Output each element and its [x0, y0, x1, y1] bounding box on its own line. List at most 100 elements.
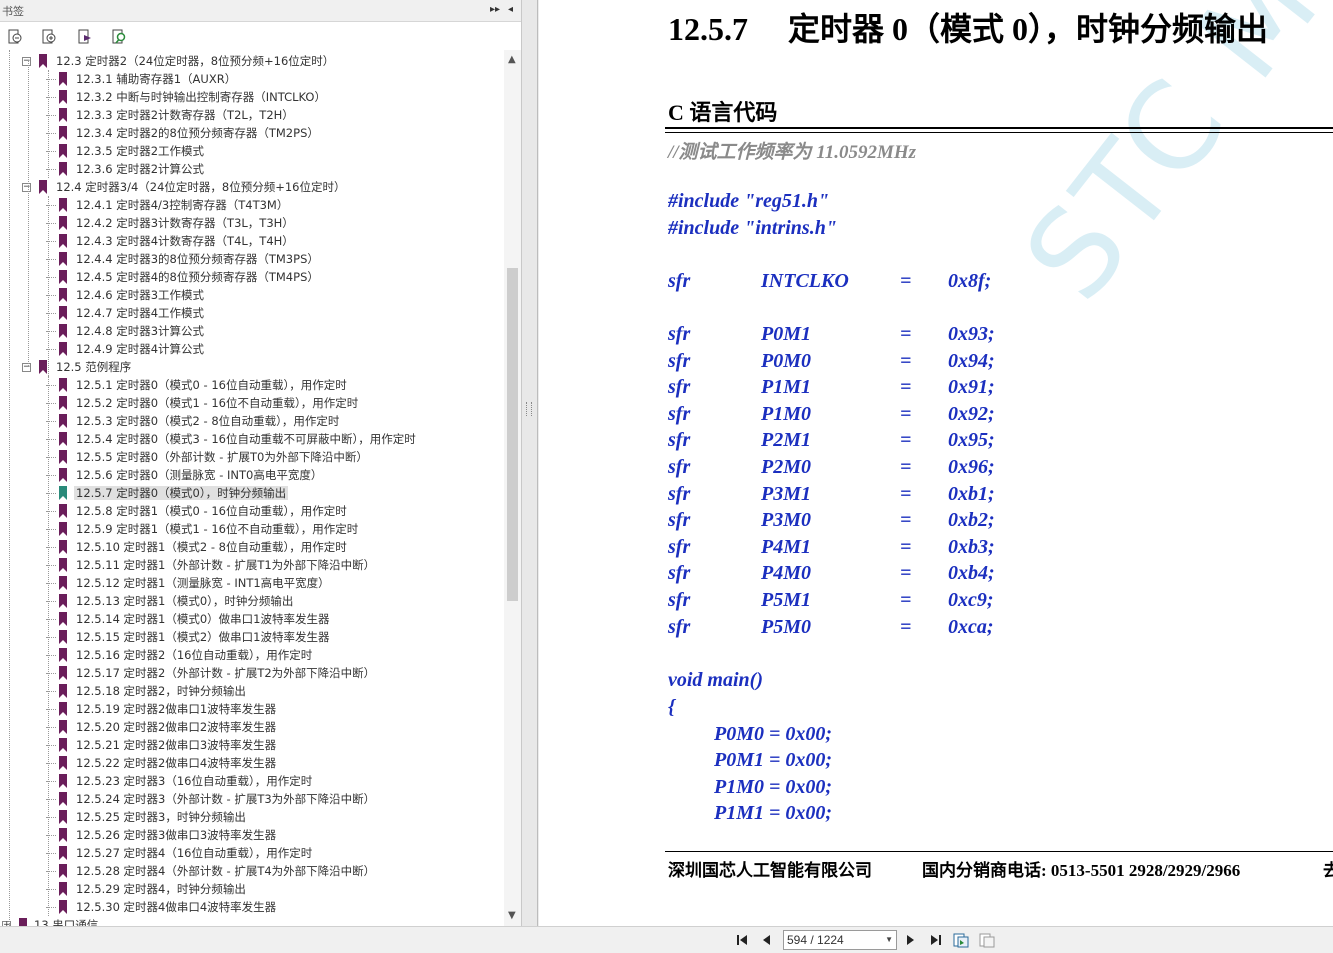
- bookmark-item[interactable]: 12.5.6 定时器0（测量脉宽 - INT0高电平宽度）: [0, 466, 504, 484]
- bookmark-icon: [59, 576, 67, 590]
- bookmark-collapse-icon[interactable]: [6, 28, 24, 46]
- next-page-icon[interactable]: [901, 931, 919, 949]
- bookmark-item[interactable]: 12.4.5 定时器4的8位预分频寄存器（TM4PS）: [0, 268, 504, 286]
- panel-splitter[interactable]: [522, 0, 538, 926]
- bookmark-item[interactable]: 12.5.4 定时器0（模式3 - 16位自动重载不可屏蔽中断），用作定时: [0, 430, 504, 448]
- bookmark-item[interactable]: 12.4.8 定时器3计算公式: [0, 322, 504, 340]
- page-number-field[interactable]: 594 / 1224 ▼: [783, 930, 897, 950]
- dropdown-arrow-icon[interactable]: ▼: [885, 931, 893, 949]
- sfr-name: INTCLKO: [761, 270, 849, 292]
- bookmark-icon: [59, 432, 67, 446]
- sfr-keyword: sfr: [668, 456, 691, 478]
- scroll-down-icon[interactable]: ▼: [508, 910, 516, 921]
- bookmark-item[interactable]: 12.5.19 定时器2做串口1波特率发生器: [0, 700, 504, 718]
- view-mode-2-icon[interactable]: [978, 931, 996, 949]
- bookmark-item[interactable]: 12.5.24 定时器3（外部计数 - 扩展T3为外部下降沿中断）: [0, 790, 504, 808]
- bookmark-item[interactable]: 12.5.20 定时器2做串口2波特率发生器: [0, 718, 504, 736]
- scrollbar-thumb[interactable]: [507, 268, 518, 601]
- bookmarks-scrollbar[interactable]: ▲ ▼: [504, 50, 521, 926]
- bookmark-label: 12.5.3 定时器0（模式2 - 8位自动重载），用作定时: [76, 414, 340, 428]
- bookmark-item[interactable]: 12.5.10 定时器1（模式2 - 8位自动重载），用作定时: [0, 538, 504, 556]
- bookmark-icon: [59, 558, 67, 572]
- bookmark-item[interactable]: 12.5.13 定时器1（模式0），时钟分频输出: [0, 592, 504, 610]
- bookmark-label: 12.5.1 定时器0（模式0 - 16位自动重载），用作定时: [76, 378, 347, 392]
- bookmark-item[interactable]: 12.5.11 定时器1（外部计数 - 扩展T1为外部下降沿中断）: [0, 556, 504, 574]
- bookmark-item[interactable]: 12.3.3 定时器2计数寄存器（T2L，T2H）: [0, 106, 504, 124]
- bookmark-item[interactable]: 12.5.7 定时器0（模式0），时钟分频输出: [0, 484, 504, 502]
- collapse-icon[interactable]: −: [22, 57, 31, 66]
- bookmark-icon: [59, 144, 67, 158]
- bookmark-item[interactable]: 12.5.12 定时器1（测量脉宽 - INT1高电平宽度）: [0, 574, 504, 592]
- bookmark-item[interactable]: 12.4.2 定时器3计数寄存器（T3L，T3H）: [0, 214, 504, 232]
- last-page-icon[interactable]: [926, 931, 944, 949]
- bookmark-item[interactable]: 12.3.2 中断与时钟输出控制寄存器（INTCLKO）: [0, 88, 504, 106]
- bookmark-item[interactable]: 12.5.15 定时器1（模式2）做串口1波特率发生器: [0, 628, 504, 646]
- bookmark-icon: [39, 54, 47, 68]
- panel-collapse-icon[interactable]: ◂: [508, 4, 513, 15]
- sfr-value: 0xca;: [948, 616, 994, 638]
- bookmark-find-icon[interactable]: [110, 28, 128, 46]
- bookmark-label: 12.4.5 定时器4的8位预分频寄存器（TM4PS）: [76, 270, 319, 284]
- bookmark-label: 12.5.20 定时器2做串口2波特率发生器: [76, 720, 277, 734]
- bookmark-item[interactable]: 12.5.23 定时器3（16位自动重载），用作定时: [0, 772, 504, 790]
- bookmark-item[interactable]: 12.5.9 定时器1（模式1 - 16位不自动重载），用作定时: [0, 520, 504, 538]
- bookmark-item[interactable]: 12.5.22 定时器2做串口4波特率发生器: [0, 754, 504, 772]
- sfr-keyword: sfr: [668, 483, 691, 505]
- bookmark-item[interactable]: 12.5.2 定时器0（模式1 - 16位不自动重载），用作定时: [0, 394, 504, 412]
- bookmark-item[interactable]: 12.5.27 定时器4（16位自动重载），用作定时: [0, 844, 504, 862]
- bookmark-item[interactable]: 12.4.6 定时器3工作模式: [0, 286, 504, 304]
- sfr-keyword: sfr: [668, 429, 691, 451]
- prev-page-icon[interactable]: [758, 931, 776, 949]
- bookmark-icon: [59, 504, 67, 518]
- bookmark-item[interactable]: 12.5.16 定时器2（16位自动重载），用作定时: [0, 646, 504, 664]
- bookmark-item[interactable]: 12.3.4 定时器2的8位预分频寄存器（TM2PS）: [0, 124, 504, 142]
- bookmark-item[interactable]: 12.5.18 定时器2，时钟分频输出: [0, 682, 504, 700]
- bookmark-label: 12.3.3 定时器2计数寄存器（T2L，T2H）: [76, 108, 294, 122]
- sfr-equals: =: [900, 616, 912, 638]
- bookmark-item[interactable]: 12.4.1 定时器4/3控制寄存器（T4T3M）: [0, 196, 504, 214]
- splitter-grip[interactable]: [526, 402, 532, 416]
- document-page: STC M 12.5.7 定时器 0（模式 0），时钟分频输出 C 语言代码 //…: [539, 0, 1333, 926]
- bookmark-icon: [59, 630, 67, 644]
- bookmark-label: 12.5.4 定时器0（模式3 - 16位自动重载不可屏蔽中断），用作定时: [76, 432, 416, 446]
- bookmark-item[interactable]: 12.5.26 定时器3做串口3波特率发生器: [0, 826, 504, 844]
- panel-expand-icon[interactable]: ▸▸: [490, 4, 500, 15]
- code-include: #include "reg51.h": [668, 190, 830, 212]
- code-main-decl: void main(): [668, 669, 763, 691]
- bookmark-icon: [59, 90, 67, 104]
- bookmark-item[interactable]: 12.4.7 定时器4工作模式: [0, 304, 504, 322]
- collapse-icon[interactable]: −: [22, 363, 31, 372]
- bookmark-item[interactable]: 12.5.3 定时器0（模式2 - 8位自动重载），用作定时: [0, 412, 504, 430]
- first-page-icon[interactable]: [734, 931, 752, 949]
- footer-company: 深圳国芯人工智能有限公司: [668, 861, 872, 880]
- bookmark-item[interactable]: 12.5.28 定时器4（外部计数 - 扩展T4为外部下降沿中断）: [0, 862, 504, 880]
- bookmark-item[interactable]: 12.5.1 定时器0（模式0 - 16位自动重载），用作定时: [0, 376, 504, 394]
- bookmark-item[interactable]: 12.5.5 定时器0（外部计数 - 扩展T0为外部下降沿中断）: [0, 448, 504, 466]
- view-mode-icon[interactable]: [952, 931, 970, 949]
- bookmark-item[interactable]: 12.5.14 定时器1（模式0）做串口1波特率发生器: [0, 610, 504, 628]
- sfr-name: P4M0: [761, 562, 811, 584]
- bookmark-item[interactable]: 12.5.25 定时器3，时钟分频输出: [0, 808, 504, 826]
- bookmark-item[interactable]: +13 串口通信: [0, 916, 504, 926]
- scroll-up-icon[interactable]: ▲: [508, 54, 516, 65]
- bookmark-item[interactable]: 12.4.4 定时器3的8位预分频寄存器（TM3PS）: [0, 250, 504, 268]
- bookmark-label: 12.5.5 定时器0（外部计数 - 扩展T0为外部下降沿中断）: [76, 450, 368, 464]
- bookmark-item[interactable]: 12.5.29 定时器4，时钟分频输出: [0, 880, 504, 898]
- bookmark-item[interactable]: − 12.4 定时器3/4（24位定时器，8位预分频+16位定时）: [0, 178, 504, 196]
- bookmark-label: 12.5.15 定时器1（模式2）做串口1波特率发生器: [76, 630, 330, 644]
- collapse-icon[interactable]: −: [22, 183, 31, 192]
- bookmark-item[interactable]: 12.4.3 定时器4计数寄存器（T4L，T4H）: [0, 232, 504, 250]
- bookmark-item[interactable]: 12.5.8 定时器1（模式0 - 16位自动重载），用作定时: [0, 502, 504, 520]
- bookmark-go-icon[interactable]: [76, 28, 94, 46]
- bookmark-item[interactable]: 12.3.5 定时器2工作模式: [0, 142, 504, 160]
- bookmark-item[interactable]: 12.3.1 辅助寄存器1（AUXR）: [0, 70, 504, 88]
- bookmark-item[interactable]: 12.4.9 定时器4计算公式: [0, 340, 504, 358]
- bookmark-item[interactable]: − 12.5 范例程序: [0, 358, 504, 376]
- bookmark-item[interactable]: 12.5.30 定时器4做串口4波特率发生器: [0, 898, 504, 916]
- bookmark-item[interactable]: − 12.3 定时器2（24位定时器，8位预分频+16位定时）: [0, 52, 504, 70]
- bookmark-icon: [59, 486, 67, 500]
- bookmark-expand-icon[interactable]: [40, 28, 58, 46]
- bookmark-item[interactable]: 12.5.17 定时器2（外部计数 - 扩展T2为外部下降沿中断）: [0, 664, 504, 682]
- bookmark-item[interactable]: 12.5.21 定时器2做串口3波特率发生器: [0, 736, 504, 754]
- bookmark-item[interactable]: 12.3.6 定时器2计算公式: [0, 160, 504, 178]
